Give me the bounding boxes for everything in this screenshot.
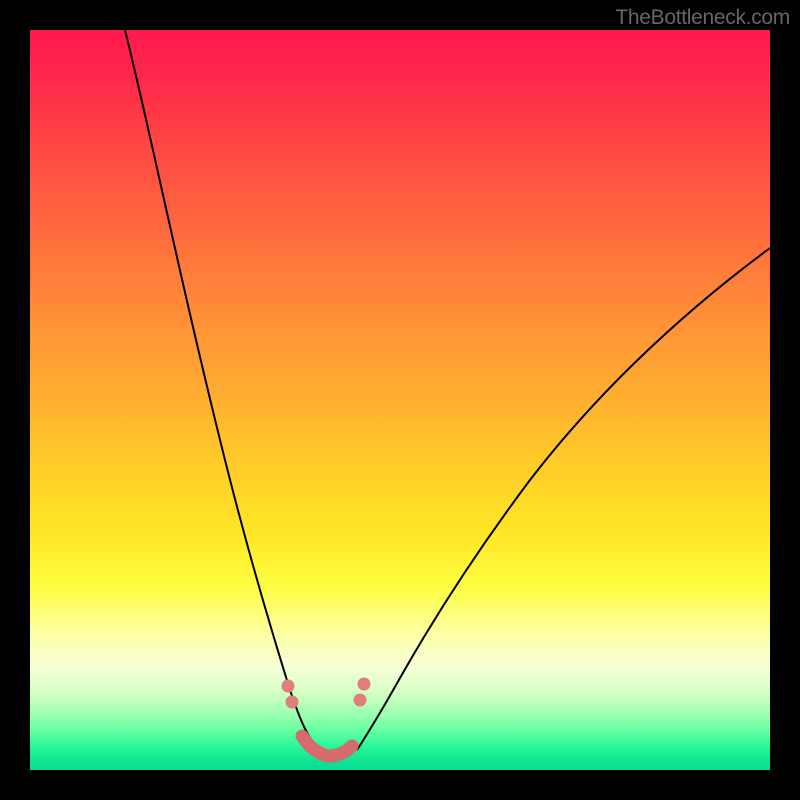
left-curve — [125, 30, 325, 758]
highlight-dot — [358, 678, 371, 691]
highlight-dot — [282, 680, 295, 693]
chart-svg — [30, 30, 770, 770]
watermark-text: TheBottleneck.com — [615, 6, 790, 30]
right-curve — [357, 248, 770, 750]
bottom-highlight-band — [302, 736, 352, 756]
highlight-dot — [354, 694, 367, 707]
highlight-dot — [286, 696, 299, 709]
